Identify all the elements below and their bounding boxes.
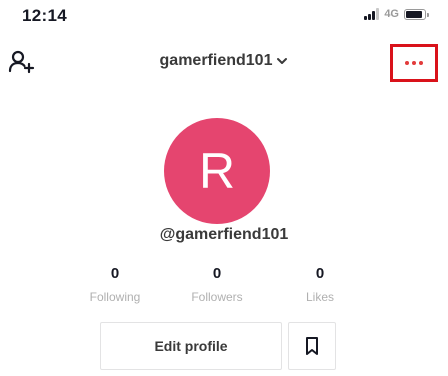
favorites-button[interactable] [288, 322, 336, 370]
bookmark-icon [306, 337, 318, 355]
nav-username: gamerfiend101 [159, 52, 273, 69]
stat-followers[interactable]: 0 Followers [172, 265, 262, 304]
signal-bars-icon [364, 8, 380, 20]
following-count: 0 [110, 265, 120, 282]
likes-count: 0 [315, 265, 325, 282]
network-type: 4G [384, 8, 399, 20]
stat-following[interactable]: 0 Following [70, 265, 160, 304]
likes-label: Likes [305, 290, 334, 304]
status-bar: 12:14 4G [0, 0, 448, 38]
avatar[interactable]: R [164, 118, 270, 224]
more-dots-icon [405, 61, 409, 65]
profile-stats: 0 Following 0 Followers 0 Likes [60, 265, 388, 309]
add-user-button[interactable] [4, 48, 38, 76]
following-label: Following [89, 290, 141, 304]
followers-count: 0 [212, 265, 222, 282]
avatar-initial: R [198, 143, 236, 199]
followers-label: Followers [191, 290, 243, 304]
chevron-down-icon [277, 58, 288, 64]
battery-icon [404, 8, 429, 20]
profile-nav-bar: gamerfiend101 [0, 40, 448, 84]
status-time: 12:14 [22, 6, 67, 25]
account-switcher[interactable]: gamerfiend101 [134, 52, 314, 70]
add-user-icon [8, 50, 35, 74]
edit-profile-button[interactable]: Edit profile [100, 322, 282, 370]
more-options-button[interactable] [390, 44, 438, 82]
status-indicators: 4G [364, 8, 429, 20]
stat-likes[interactable]: 0 Likes [275, 265, 365, 304]
profile-handle: @gamerfiend101 [159, 226, 289, 243]
